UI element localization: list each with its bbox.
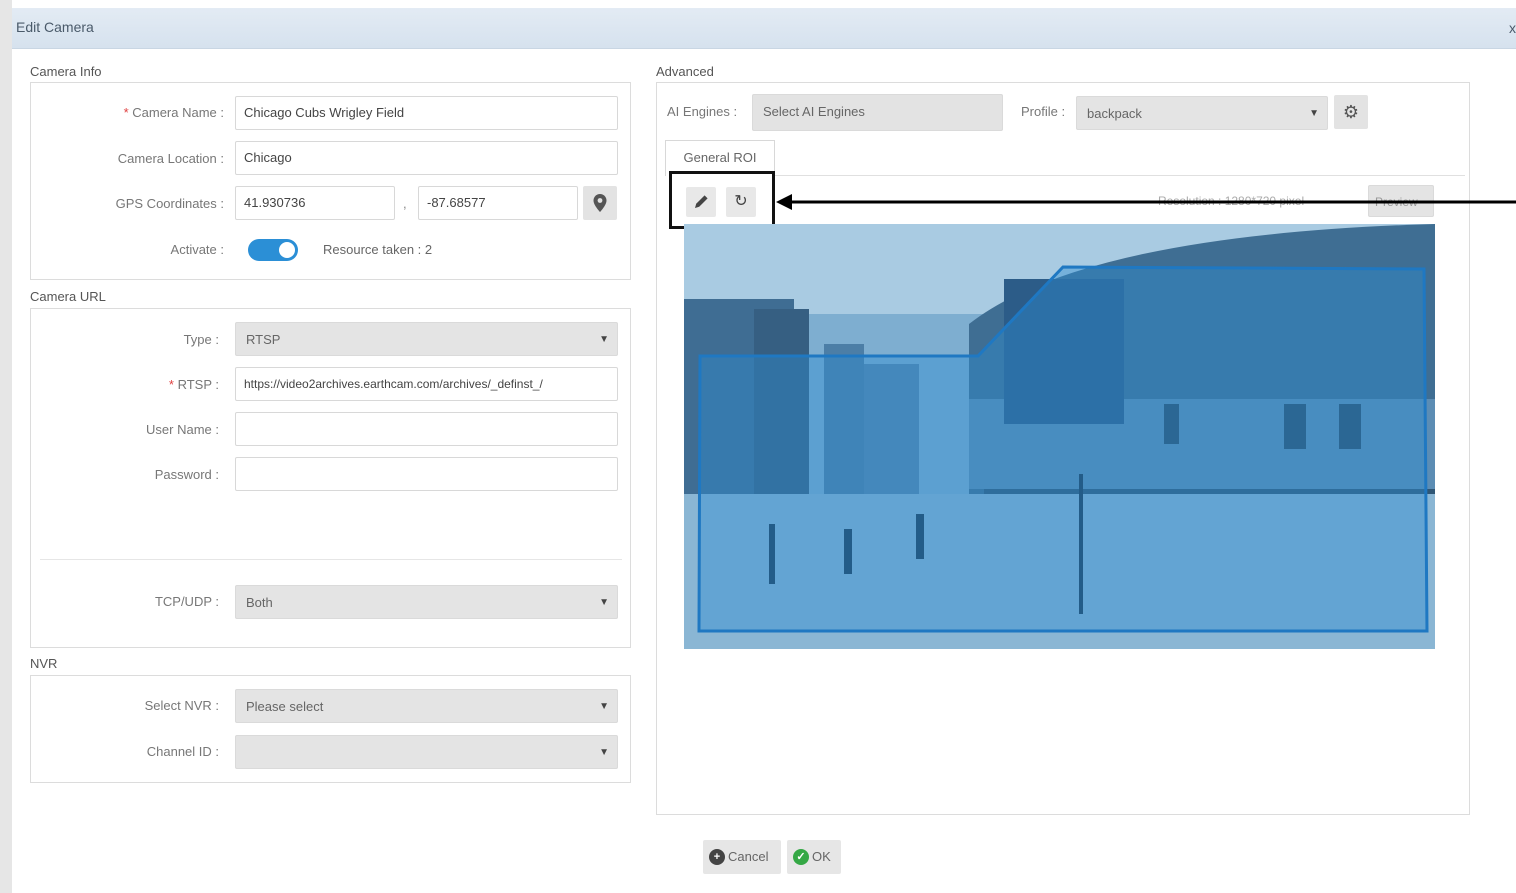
profile-label: Profile : bbox=[1021, 104, 1066, 119]
password-label: Password : bbox=[154, 467, 219, 482]
type-label: Type : bbox=[183, 332, 219, 347]
nvr-select[interactable]: Please select ▼ bbox=[235, 689, 618, 723]
ai-engines-select[interactable]: Select AI Engines bbox=[752, 94, 1003, 131]
nvr-select-value: Please select bbox=[246, 699, 324, 714]
close-icon[interactable]: x bbox=[1509, 20, 1516, 36]
camera-name-label: * Camera Name : bbox=[123, 105, 224, 120]
camera-url-label: Camera URL bbox=[30, 289, 106, 304]
camera-location-label: Camera Location : bbox=[117, 151, 224, 166]
user-name-input[interactable] bbox=[235, 412, 618, 446]
dialog-title: Edit Camera bbox=[16, 19, 94, 35]
protocol-select-value: Both bbox=[246, 595, 273, 610]
rtsp-url-input[interactable]: https://video2archives.earthcam.com/arch… bbox=[235, 367, 618, 401]
gps-label: GPS Coordinates : bbox=[115, 196, 224, 211]
protocol-label: TCP/UDP : bbox=[154, 594, 219, 609]
type-select[interactable]: RTSP ▼ bbox=[235, 322, 618, 356]
camera-info-label: Camera Info bbox=[30, 64, 102, 79]
left-edge-strip bbox=[0, 0, 12, 893]
dialog-titlebar: Edit Camera x bbox=[12, 8, 1516, 49]
plus-circle-icon: + bbox=[709, 848, 725, 865]
map-pin-icon bbox=[593, 194, 607, 212]
advanced-label: Advanced bbox=[656, 64, 714, 79]
protocol-select[interactable]: Both ▼ bbox=[235, 585, 618, 619]
password-input[interactable] bbox=[235, 457, 618, 491]
type-select-value: RTSP bbox=[246, 332, 281, 347]
cancel-label: Cancel bbox=[728, 849, 769, 864]
channel-id-select[interactable]: ▼ bbox=[235, 735, 618, 769]
roi-polygon[interactable] bbox=[684, 224, 1435, 649]
profile-settings-button[interactable]: ⚙ bbox=[1334, 95, 1368, 129]
resource-taken-text: Resource taken : 2 bbox=[323, 242, 433, 257]
cancel-button[interactable]: + Cancel bbox=[703, 840, 781, 874]
chevron-down-icon: ▼ bbox=[599, 701, 609, 712]
highlight-box bbox=[669, 171, 775, 229]
profile-select-value: backpack bbox=[1087, 106, 1142, 121]
select-nvr-label: Select NVR : bbox=[144, 698, 219, 713]
check-circle-icon: ✓ bbox=[793, 848, 809, 865]
user-name-label: User Name : bbox=[146, 422, 219, 437]
section-divider bbox=[40, 559, 622, 560]
chevron-down-icon: ▼ bbox=[599, 747, 609, 758]
arrow-left-icon bbox=[776, 194, 1516, 210]
activate-label: Activate : bbox=[170, 242, 224, 257]
gps-latitude-input[interactable]: 41.930736 bbox=[235, 186, 395, 220]
chevron-down-icon: ▼ bbox=[599, 597, 609, 608]
gps-longitude-input[interactable]: -87.68577 bbox=[418, 186, 578, 220]
tab-bar-line bbox=[775, 175, 1465, 176]
rtsp-label: * RTSP : bbox=[168, 377, 219, 392]
camera-name-input[interactable]: Chicago Cubs Wrigley Field bbox=[235, 96, 618, 130]
gear-icon: ⚙ bbox=[1342, 102, 1360, 122]
channel-id-label: Channel ID : bbox=[146, 744, 219, 759]
ok-button[interactable]: ✓ OK bbox=[787, 840, 841, 874]
chevron-down-icon: ▼ bbox=[599, 334, 609, 345]
activate-toggle[interactable] bbox=[248, 239, 298, 261]
nvr-label: NVR bbox=[30, 656, 58, 671]
profile-select[interactable]: backpack ▼ bbox=[1076, 96, 1328, 130]
map-pin-button[interactable] bbox=[583, 186, 617, 220]
camera-location-input[interactable]: Chicago bbox=[235, 141, 618, 175]
chevron-down-icon: ▼ bbox=[1309, 108, 1319, 119]
ok-label: OK bbox=[812, 849, 831, 864]
camera-preview-image[interactable] bbox=[684, 224, 1435, 649]
ai-engines-label: AI Engines : bbox=[667, 104, 738, 119]
gps-separator: , bbox=[403, 196, 407, 211]
toggle-knob bbox=[279, 242, 295, 258]
